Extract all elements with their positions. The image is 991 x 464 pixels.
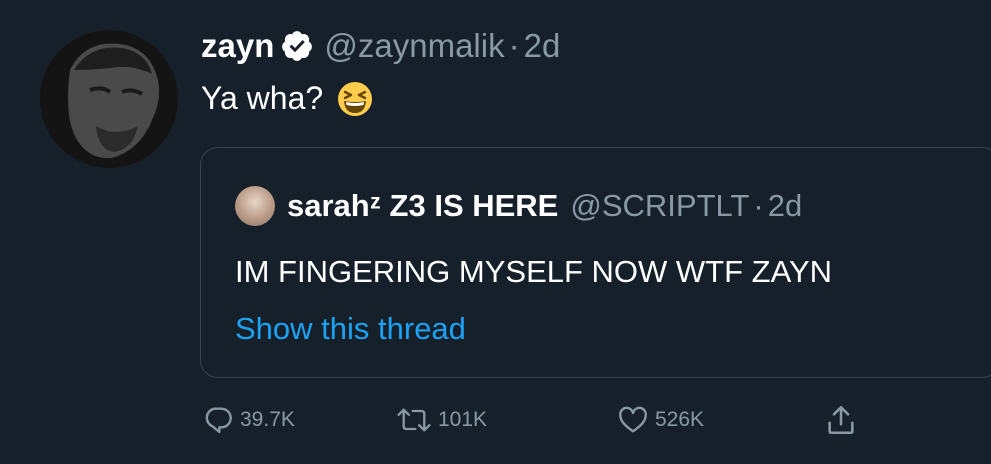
retweet-icon: [396, 404, 432, 436]
quoted-tweet-header: sarahᶻ Z3 IS HERE @SCRIPTLT · 2d: [235, 186, 802, 226]
share-button[interactable]: [824, 400, 858, 440]
retweet-button[interactable]: 101K: [396, 400, 487, 440]
quoted-separator: ·: [753, 188, 764, 223]
verified-badge-icon: [280, 29, 314, 63]
like-count: 526K: [655, 408, 705, 431]
retweet-count: 101K: [438, 408, 488, 431]
tweet-text: Ya wha?: [201, 80, 373, 117]
tweet-actions: 39.7K 101K 526K: [0, 400, 991, 440]
show-thread-link[interactable]: Show this thread: [235, 311, 466, 347]
grinning-squinting-face-icon: [337, 81, 373, 117]
like-button[interactable]: 526K: [617, 400, 704, 440]
reply-icon: [202, 404, 234, 436]
quoted-author-handle: @SCRIPTLT: [570, 188, 750, 223]
tweet-text-content: Ya wha?: [201, 80, 324, 116]
author-name[interactable]: zayn: [201, 27, 274, 65]
share-icon: [824, 403, 858, 437]
quoted-avatar: [235, 186, 275, 226]
avatar-image: [40, 30, 178, 168]
separator: ·: [508, 27, 520, 64]
author-handle[interactable]: @zaynmalik: [324, 27, 504, 65]
heart-icon: [617, 404, 649, 436]
quoted-tweet-text: IM FINGERING MYSELF NOW WTF ZAYN: [235, 254, 833, 289]
reply-button[interactable]: 39.7K: [202, 400, 295, 440]
avatar[interactable]: [40, 30, 178, 168]
reply-count: 39.7K: [240, 408, 295, 431]
quoted-tweet[interactable]: sarahᶻ Z3 IS HERE @SCRIPTLT · 2d IM FING…: [200, 147, 991, 378]
quoted-author-name: sarahᶻ Z3 IS HERE: [287, 188, 559, 223]
tweet: zayn @zaynmalik · 2d Ya wha? sarahᶻ Z3 I…: [0, 0, 991, 464]
tweet-time[interactable]: 2d: [524, 27, 561, 65]
quoted-tweet-time: 2d: [767, 188, 803, 223]
tweet-header: zayn @zaynmalik · 2d: [201, 26, 560, 66]
